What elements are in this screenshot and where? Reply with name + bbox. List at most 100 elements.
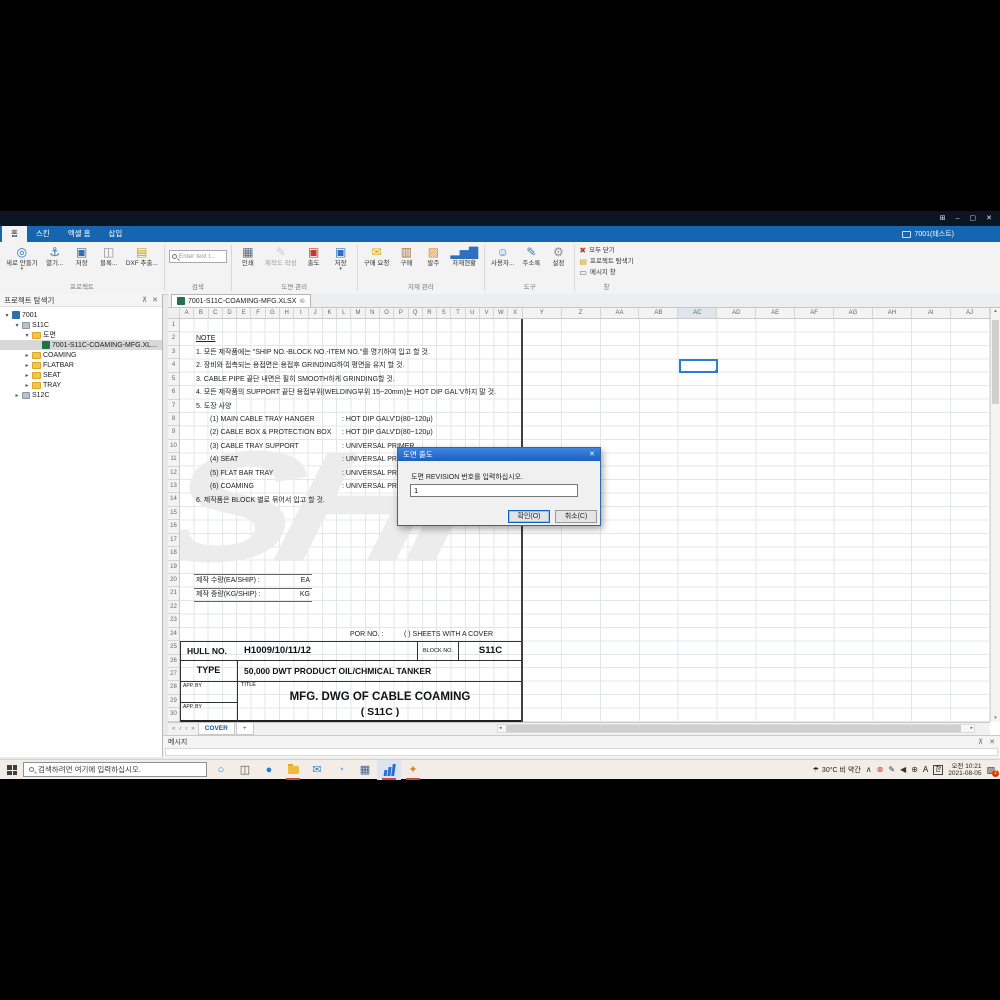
pen-icon[interactable]: ✎ <box>888 765 895 775</box>
row-header-21[interactable]: 21 <box>168 587 179 600</box>
address-book-button[interactable]: ✎주소록 <box>519 244 543 268</box>
row-header-29[interactable]: 29 <box>168 695 179 708</box>
block-button[interactable]: ◫블록... <box>97 244 121 268</box>
row-header-7[interactable]: 7 <box>168 400 179 413</box>
ribbon-search-input[interactable]: Enter text t... <box>169 250 227 263</box>
users-button[interactable]: ☺사용자... <box>489 244 516 268</box>
column-header-O[interactable]: O <box>380 308 394 318</box>
tab-close-icon[interactable]: ⊗ <box>299 297 305 305</box>
tree-item-flatbar[interactable]: ▸FLATBAR <box>0 360 162 370</box>
row-header-22[interactable]: 22 <box>168 601 179 614</box>
column-header-Q[interactable]: Q <box>409 308 423 318</box>
sheet-tab-cover[interactable]: COVER <box>198 723 235 735</box>
column-header-J[interactable]: J <box>309 308 323 318</box>
row-header-1[interactable]: 1 <box>168 319 179 332</box>
ime-english-icon[interactable]: A <box>923 765 928 775</box>
collapsed-arrow-icon[interactable]: ▸ <box>24 382 30 389</box>
tree-item-domyeon[interactable]: ▾도면 <box>0 330 162 340</box>
menu-tab-home[interactable]: 홈 <box>2 226 27 242</box>
row-header-15[interactable]: 15 <box>168 507 179 520</box>
panel-close-icon[interactable]: ✕ <box>152 296 158 304</box>
purchase-request-button[interactable]: ✉구매 요청 <box>362 244 392 268</box>
row-header-20[interactable]: 20 <box>168 574 179 587</box>
row-header-17[interactable]: 17 <box>168 534 179 547</box>
open-button[interactable]: ⚓열기... <box>43 244 67 268</box>
revision-input[interactable]: 1 <box>410 484 578 497</box>
row-header-12[interactable]: 12 <box>168 467 179 480</box>
tree-item-7001[interactable]: ▾7001 <box>0 310 162 320</box>
row-header-8[interactable]: 8 <box>168 413 179 426</box>
column-header-M[interactable]: M <box>351 308 365 318</box>
row-header-25[interactable]: 25 <box>168 641 179 654</box>
next-sheet-icon[interactable]: › <box>184 726 188 732</box>
save-drawing-button[interactable]: ▣저장▾ <box>329 244 353 273</box>
column-header-K[interactable]: K <box>323 308 337 318</box>
row-header-2[interactable]: 2 <box>168 332 179 345</box>
column-header-Z[interactable]: Z <box>562 308 601 318</box>
column-header-AJ[interactable]: AJ <box>951 308 990 318</box>
row-header-23[interactable]: 23 <box>168 614 179 627</box>
horizontal-scroll-thumb[interactable] <box>506 725 961 732</box>
column-header-X[interactable]: X <box>508 308 522 318</box>
dxf-export-button[interactable]: ▤DXF 추출... <box>124 244 160 268</box>
new-button[interactable]: ◎새로 만들기▾ <box>4 244 40 273</box>
column-header-I[interactable]: I <box>294 308 308 318</box>
expanded-arrow-icon[interactable]: ▾ <box>24 332 30 339</box>
tree-item-s12c[interactable]: ▸S12C <box>0 390 162 400</box>
settings-button[interactable]: ⚙설정 <box>546 244 570 268</box>
column-header-Y[interactable]: Y <box>523 308 562 318</box>
ime-korean-icon[interactable]: 한 <box>933 765 943 775</box>
material-status-button[interactable]: ▂▅▇자재현황 <box>448 244 480 268</box>
column-header-F[interactable]: F <box>251 308 265 318</box>
column-header-AF[interactable]: AF <box>795 308 834 318</box>
row-header-3[interactable]: 3 <box>168 346 179 359</box>
column-header-T[interactable]: T <box>451 308 465 318</box>
row-header-5[interactable]: 5 <box>168 373 179 386</box>
column-header-D[interactable]: D <box>223 308 237 318</box>
column-header-B[interactable]: B <box>194 308 208 318</box>
row-header-24[interactable]: 24 <box>168 628 179 641</box>
scroll-right-icon[interactable]: ▸ <box>970 725 973 732</box>
column-header-AB[interactable]: AB <box>639 308 678 318</box>
edge-icon[interactable]: ● <box>257 760 281 780</box>
column-header-A[interactable]: A <box>180 308 194 318</box>
select-all-corner[interactable] <box>168 308 180 318</box>
pin-icon[interactable]: ⊼ <box>978 738 983 746</box>
vertical-scroll-thumb[interactable] <box>992 320 999 404</box>
network-globe-icon[interactable]: ⊕ <box>911 765 918 775</box>
column-header-G[interactable]: G <box>266 308 280 318</box>
row-header-11[interactable]: 11 <box>168 453 179 466</box>
column-header-U[interactable]: U <box>466 308 480 318</box>
scroll-down-icon[interactable]: ▾ <box>991 715 1000 721</box>
column-header-AG[interactable]: AG <box>834 308 873 318</box>
add-sheet-icon[interactable]: + <box>236 723 254 735</box>
column-header-C[interactable]: C <box>209 308 223 318</box>
panel-close-icon[interactable]: ✕ <box>989 738 995 746</box>
column-header-P[interactable]: P <box>394 308 408 318</box>
close-icon[interactable]: ✕ <box>986 213 992 224</box>
message-window-button[interactable]: ▭메시지 창 <box>579 268 615 277</box>
row-header-4[interactable]: 4 <box>168 359 179 372</box>
column-header-AH[interactable]: AH <box>873 308 912 318</box>
document-tab[interactable]: 7001-S11C-COAMING-MFG.XLSX ⊗ <box>171 294 311 307</box>
minimize-icon[interactable]: – <box>956 213 960 224</box>
dialog-title-bar[interactable]: 도면 출도 <box>398 448 600 461</box>
clock[interactable]: 오전 10:21 2021-08-05 <box>948 763 981 778</box>
first-sheet-icon[interactable]: « <box>171 726 176 732</box>
last-sheet-icon[interactable]: » <box>190 726 195 732</box>
expanded-arrow-icon[interactable]: ▾ <box>4 312 10 319</box>
close-all-button[interactable]: ✖모두 닫기 <box>579 246 614 255</box>
tree-item-coaming[interactable]: ▸COAMING <box>0 350 162 360</box>
collapsed-arrow-icon[interactable]: ▸ <box>24 352 30 359</box>
menu-tab-insert[interactable]: 삽입 <box>100 226 132 242</box>
tree-item-coaming-file[interactable]: 7001-S11C-COAMING-MFG.XL... <box>0 340 162 350</box>
start-button[interactable] <box>7 765 17 775</box>
marerp-app-icon[interactable] <box>377 760 401 780</box>
prev-sheet-icon[interactable]: ‹ <box>178 726 182 732</box>
column-header-S[interactable]: S <box>437 308 451 318</box>
column-header-AC[interactable]: AC <box>678 308 717 318</box>
device-disconnected-icon[interactable]: ⊗ <box>877 765 884 775</box>
tree-item-tray[interactable]: ▸TRAY <box>0 380 162 390</box>
row-header-18[interactable]: 18 <box>168 547 179 560</box>
horizontal-scrollbar[interactable]: ◂ ▸ <box>497 724 975 733</box>
